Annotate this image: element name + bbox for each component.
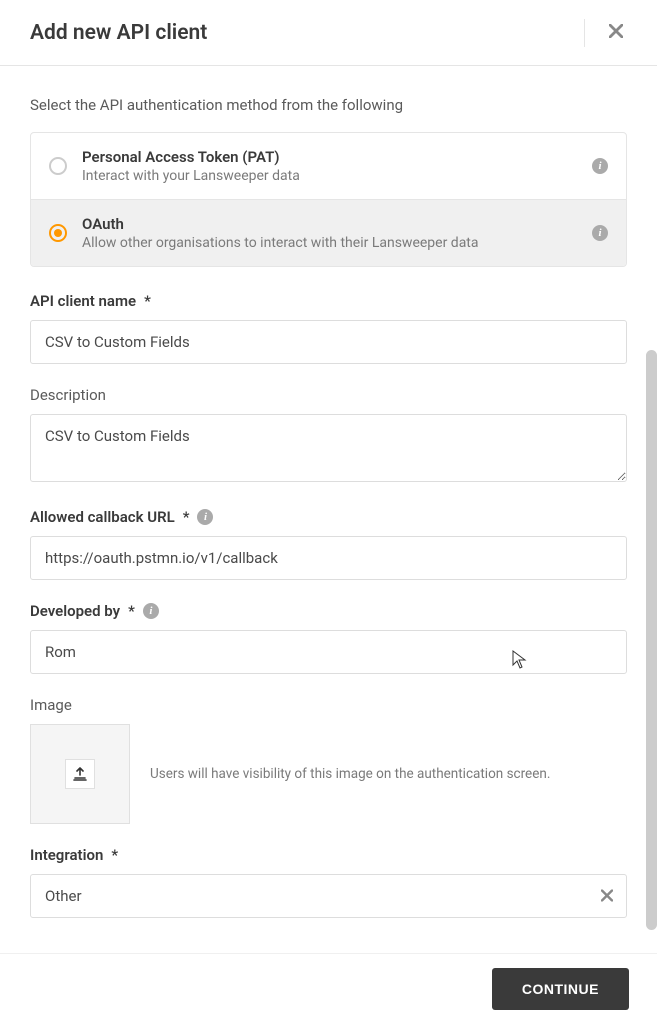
required-mark: * xyxy=(183,508,190,526)
client-name-label: API client name * xyxy=(30,292,627,310)
info-icon[interactable]: i xyxy=(197,509,213,525)
integration-label: Integration * xyxy=(30,846,627,864)
label-text: Allowed callback URL xyxy=(30,508,175,526)
label-text: Description xyxy=(30,386,106,404)
modal-title: Add new API client xyxy=(30,21,207,45)
label-text: Developed by xyxy=(30,602,120,620)
image-group: Image Users will have visibility of this… xyxy=(30,696,627,824)
description-textarea[interactable]: CSV to Custom Fields xyxy=(30,414,627,482)
scrollbar[interactable] xyxy=(646,350,657,930)
required-mark: * xyxy=(111,846,118,864)
label-text: Image xyxy=(30,696,72,714)
auth-text: OAuth Allow other organisations to inter… xyxy=(82,215,577,251)
modal-header: Add new API client xyxy=(0,0,657,66)
radio-oauth[interactable] xyxy=(49,224,67,242)
callback-url-group: Allowed callback URL * i xyxy=(30,508,627,580)
image-section: Users will have visibility of this image… xyxy=(30,724,627,824)
auth-option-title: OAuth xyxy=(82,215,577,233)
client-name-input[interactable] xyxy=(30,320,627,364)
continue-button[interactable]: CONTINUE xyxy=(492,968,629,1010)
close-area xyxy=(584,18,627,47)
developed-by-group: Developed by * i xyxy=(30,602,627,674)
callback-url-label: Allowed callback URL * i xyxy=(30,508,627,526)
clear-icon[interactable] xyxy=(601,887,613,906)
integration-group: Integration * xyxy=(30,846,627,918)
info-icon[interactable]: i xyxy=(592,158,608,174)
label-text: Integration xyxy=(30,846,103,864)
label-text: API client name xyxy=(30,292,136,310)
integration-select[interactable] xyxy=(30,874,627,918)
image-upload-button[interactable] xyxy=(30,724,130,824)
description-label: Description xyxy=(30,386,627,404)
image-hint: Users will have visibility of this image… xyxy=(150,766,550,782)
upload-icon-wrap xyxy=(65,759,95,789)
auth-method-group: Personal Access Token (PAT) Interact wit… xyxy=(30,132,627,267)
auth-option-desc: Interact with your Lansweeper data xyxy=(82,168,577,184)
radio-pat[interactable] xyxy=(49,157,67,175)
auth-option-pat[interactable]: Personal Access Token (PAT) Interact wit… xyxy=(31,133,626,199)
add-api-client-modal: Add new API client Select the API authen… xyxy=(0,0,657,1024)
info-icon[interactable]: i xyxy=(143,603,159,619)
developed-by-label: Developed by * i xyxy=(30,602,627,620)
intro-text: Select the API authentication method fro… xyxy=(30,96,627,114)
image-label: Image xyxy=(30,696,627,714)
required-mark: * xyxy=(144,292,151,310)
description-group: Description CSV to Custom Fields xyxy=(30,386,627,486)
scrollbar-thumb[interactable] xyxy=(646,350,657,930)
upload-icon xyxy=(73,767,87,781)
callback-url-input[interactable] xyxy=(30,536,627,580)
modal-footer: CONTINUE xyxy=(0,953,657,1024)
integration-select-wrap xyxy=(30,874,627,918)
required-mark: * xyxy=(128,602,135,620)
auth-text: Personal Access Token (PAT) Interact wit… xyxy=(82,148,577,184)
developed-by-input[interactable] xyxy=(30,630,627,674)
info-icon[interactable]: i xyxy=(592,225,608,241)
modal-body: Select the API authentication method fro… xyxy=(0,66,657,1024)
client-name-group: API client name * xyxy=(30,292,627,364)
auth-option-title: Personal Access Token (PAT) xyxy=(82,148,577,166)
auth-option-oauth[interactable]: OAuth Allow other organisations to inter… xyxy=(31,199,626,266)
header-divider xyxy=(584,19,585,47)
auth-option-desc: Allow other organisations to interact wi… xyxy=(82,235,577,251)
close-icon[interactable] xyxy=(605,18,627,47)
